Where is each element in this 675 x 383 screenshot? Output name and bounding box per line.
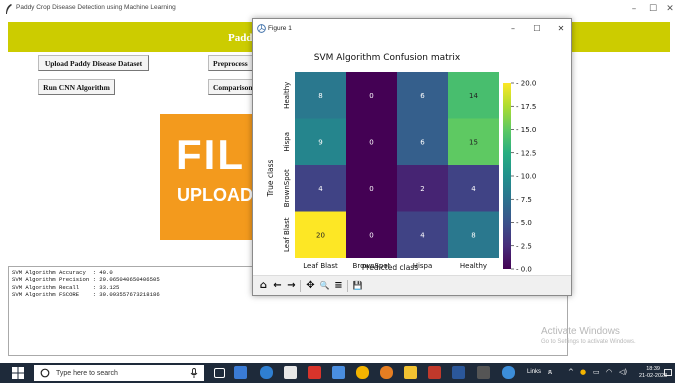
app-titlebar: Paddy Crop Disease Detection using Machi… bbox=[0, 0, 675, 19]
heatmap-cell-label: 4 bbox=[318, 185, 323, 193]
toolbar-separator bbox=[300, 280, 301, 292]
x-tick-label: BrownSpot bbox=[353, 262, 391, 270]
tray-clock[interactable]: 18:39 21-02-2023 bbox=[639, 366, 667, 380]
run-cnn-button[interactable]: Run CNN Algorithm bbox=[38, 79, 115, 95]
file-upload-image-text-1: FIL bbox=[176, 131, 245, 178]
heatmap-cell-label: 8 bbox=[318, 92, 322, 100]
activate-windows-title: Activate Windows bbox=[541, 326, 620, 337]
save-icon[interactable]: 💾 bbox=[351, 279, 364, 293]
notification-icon[interactable] bbox=[664, 369, 672, 377]
windows-start-icon[interactable] bbox=[12, 367, 24, 379]
minimize-button[interactable]: – bbox=[626, 2, 642, 16]
zoom-icon[interactable]: 🔍 bbox=[318, 279, 331, 293]
taskbar: Type here to search Links ጸ ^ ● ▭ ◠ ◁) 1… bbox=[0, 363, 675, 383]
app-icon-1[interactable] bbox=[234, 366, 247, 379]
forward-arrow-icon[interactable]: → bbox=[285, 279, 298, 293]
heatmap-cell-label: 14 bbox=[469, 92, 478, 100]
edge-browser-icon[interactable] bbox=[260, 366, 273, 379]
word-icon[interactable] bbox=[452, 366, 465, 379]
home-icon[interactable]: ⌂ bbox=[257, 279, 270, 293]
back-arrow-icon[interactable]: ← bbox=[271, 279, 284, 293]
colorbar bbox=[503, 83, 511, 269]
x-tick-label: Leaf Blast bbox=[303, 262, 338, 270]
figure-toolbar: ⌂ ← → ✥ 🔍 ≡ 💾 bbox=[253, 275, 571, 295]
confusion-matrix-chart: SVM Algorithm Confusion matrix True clas… bbox=[266, 53, 536, 274]
people-icon[interactable]: ጸ bbox=[548, 368, 552, 377]
battery-icon[interactable]: ▭ bbox=[593, 368, 600, 376]
file-upload-image: FIL UPLOAD bbox=[160, 114, 260, 240]
tray-app-icon[interactable]: ● bbox=[580, 368, 586, 376]
colorbar-tick-label: - 20.0 bbox=[516, 80, 536, 88]
colorbar-tick-label: - 15.0 bbox=[516, 126, 536, 134]
maximize-button[interactable]: ☐ bbox=[645, 2, 661, 16]
comparison-button[interactable]: Comparison bbox=[208, 79, 258, 95]
y-axis-label: True class bbox=[266, 159, 275, 197]
tray-links-label[interactable]: Links bbox=[527, 369, 541, 375]
figure-app-icon bbox=[257, 24, 266, 33]
x-tick-label: Hispa bbox=[413, 262, 433, 270]
heatmap-cell-label: 4 bbox=[420, 231, 425, 239]
tray-time: 18:39 bbox=[646, 366, 660, 372]
heatmap-cell-label: 6 bbox=[420, 92, 425, 100]
figure-title: Figure 1 bbox=[268, 25, 292, 32]
colorbar-tick-label: - 10.0 bbox=[516, 173, 536, 181]
heatmap-cell-label: 0 bbox=[369, 185, 373, 193]
taskbar-search-box[interactable]: Type here to search bbox=[34, 365, 204, 381]
heatmap-cell-label: 8 bbox=[471, 231, 475, 239]
feather-icon bbox=[6, 4, 12, 14]
chart-title: SVM Algorithm Confusion matrix bbox=[314, 53, 461, 63]
search-placeholder: Type here to search bbox=[56, 369, 118, 377]
pan-icon[interactable]: ✥ bbox=[304, 279, 317, 293]
heatmap-cell-label: 20 bbox=[316, 231, 325, 239]
colorbar-tick-label: - 0.0 bbox=[516, 266, 532, 274]
y-tick-label: Leaf Blast bbox=[283, 217, 291, 252]
colorbar-tick-label: - 2.5 bbox=[516, 242, 532, 250]
heatmap-cell-label: 0 bbox=[369, 231, 373, 239]
preprocess-button[interactable]: Preprocess bbox=[208, 55, 258, 71]
search-circle-icon bbox=[40, 368, 50, 378]
app-icon-4[interactable] bbox=[380, 366, 393, 379]
heatmap-cell-label: 2 bbox=[420, 185, 424, 193]
figure-minimize-button[interactable]: – bbox=[506, 23, 520, 35]
app-title: Paddy Crop Disease Detection using Machi… bbox=[16, 4, 176, 11]
colorbar-tick-label: - 17.5 bbox=[516, 103, 536, 111]
heatmap-cell-label: 0 bbox=[369, 138, 373, 146]
x-tick-label: Healthy bbox=[460, 262, 487, 270]
colorbar-tick-label: - 5.0 bbox=[516, 219, 532, 227]
microphone-icon[interactable] bbox=[190, 368, 198, 378]
heatmap-cell-label: 15 bbox=[469, 138, 478, 146]
y-tick-label: BrownSpot bbox=[283, 169, 291, 207]
app-icon-2[interactable] bbox=[308, 366, 321, 379]
chrome-icon[interactable] bbox=[356, 366, 369, 379]
task-view-icon[interactable] bbox=[214, 368, 225, 378]
y-tick-label: Healthy bbox=[283, 82, 291, 109]
heatmap-cell-label: 4 bbox=[471, 185, 476, 193]
app-icon-3[interactable] bbox=[332, 366, 345, 379]
figure-window[interactable]: Figure 1 – ☐ ✕ SVM Algorithm Confusion m… bbox=[252, 18, 572, 296]
configure-subplots-icon[interactable]: ≡ bbox=[332, 279, 345, 293]
store-icon[interactable] bbox=[284, 366, 297, 379]
y-tick-label: Hispa bbox=[283, 132, 291, 152]
file-upload-image-text-2: UPLOAD bbox=[177, 185, 253, 205]
heatmap-cell-label: 0 bbox=[369, 92, 373, 100]
chevron-up-icon[interactable]: ^ bbox=[568, 368, 574, 376]
upload-dataset-button[interactable]: Upload Paddy Disease Dataset bbox=[38, 55, 149, 71]
file-explorer-icon[interactable] bbox=[404, 366, 417, 379]
heatmap-cell-label: 6 bbox=[420, 138, 425, 146]
terminal-icon[interactable] bbox=[477, 366, 490, 379]
figure-close-button[interactable]: ✕ bbox=[554, 23, 568, 35]
tray-date: 21-02-2023 bbox=[639, 373, 668, 379]
close-button[interactable]: ✕ bbox=[662, 2, 675, 16]
toolbar-separator bbox=[347, 280, 348, 292]
colorbar-tick-label: - 12.5 bbox=[516, 149, 536, 157]
figure-titlebar[interactable]: Figure 1 – ☐ ✕ bbox=[253, 19, 571, 41]
python-icon[interactable] bbox=[502, 366, 515, 379]
app-icon-5[interactable] bbox=[428, 366, 441, 379]
volume-icon[interactable]: ◁) bbox=[619, 368, 627, 376]
wifi-icon[interactable]: ◠ bbox=[606, 368, 612, 376]
heatmap-cell-label: 9 bbox=[318, 138, 322, 146]
colorbar-tick-label: - 7.5 bbox=[516, 196, 532, 204]
figure-maximize-button[interactable]: ☐ bbox=[530, 23, 544, 35]
activate-windows-subtitle: Go to Settings to activate Windows. bbox=[541, 339, 636, 345]
